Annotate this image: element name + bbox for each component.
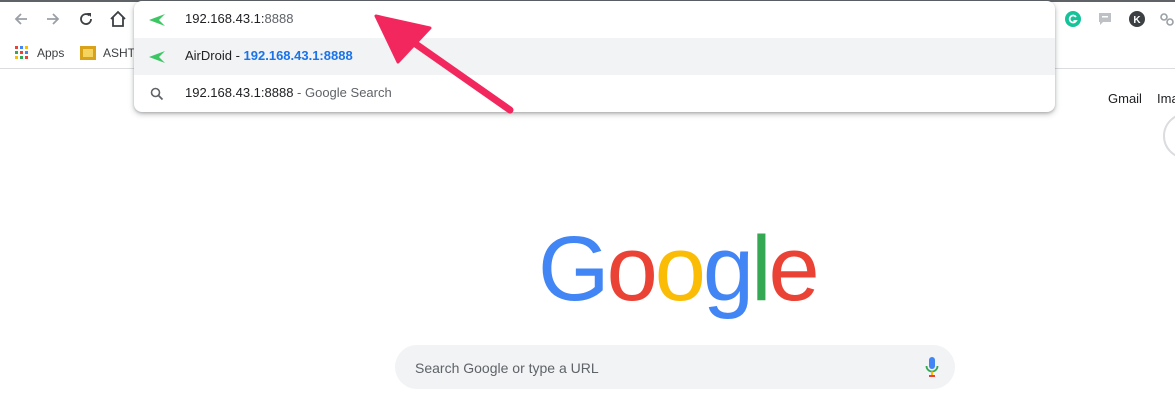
search-input[interactable]: [413, 345, 897, 391]
suggestion-separator: -: [231, 48, 244, 63]
suggestion-url: 192.168.43.1:8888: [243, 48, 353, 63]
google-logo: Google: [538, 214, 820, 324]
forward-icon: [47, 13, 60, 25]
shortcut-tile-edge[interactable]: [1163, 113, 1175, 159]
ntp-search-box[interactable]: [395, 345, 955, 391]
reload-button[interactable]: [75, 8, 97, 30]
back-icon: [14, 13, 27, 25]
feedback-extension-button[interactable]: [1095, 9, 1115, 29]
extension-button[interactable]: [1157, 9, 1175, 29]
omnibox-dropdown: 192.168.43.1:8888 AirDroid - 192.168.43.…: [134, 1, 1055, 112]
logo-letter-l: l: [751, 218, 772, 320]
logo-letter-e: e: [768, 218, 820, 320]
logo-letter-o1: o: [606, 218, 658, 320]
omnibox-autocomplete-text: 8888: [264, 11, 294, 26]
bookmark-second[interactable]: ASHT: [80, 44, 135, 62]
omnibox-input-row[interactable]: 192.168.43.1:8888: [134, 1, 1055, 38]
images-link[interactable]: Ima: [1157, 91, 1175, 106]
bookmark-apps-label: Apps: [37, 46, 65, 60]
profile-k-extension-button[interactable]: K: [1127, 9, 1147, 29]
forward-button[interactable]: [42, 8, 64, 30]
back-button[interactable]: [10, 8, 32, 30]
search-suggestion-suffix: - Google Search: [293, 85, 392, 100]
mic-icon[interactable]: [925, 356, 939, 378]
svg-text:K: K: [1133, 15, 1141, 26]
reload-icon: [80, 13, 92, 25]
extension-icon: [1160, 13, 1174, 26]
feedback-icon: [1099, 13, 1111, 25]
grammarly-extension-button[interactable]: [1063, 9, 1083, 29]
bookmark-favicon-icon: [80, 45, 96, 61]
suggestion-title: AirDroid: [185, 48, 232, 63]
gmail-link[interactable]: Gmail: [1108, 91, 1142, 106]
omnibox-suggestion-search[interactable]: 192.168.43.1:8888 - Google Search: [134, 75, 1055, 112]
bookmark-apps[interactable]: Apps: [14, 44, 64, 62]
profile-k-icon: K: [1129, 11, 1145, 27]
airdroid-icon: [147, 47, 167, 67]
omnibox-input[interactable]: 192.168.43.1:8888: [185, 11, 293, 26]
omnibox-typed-text: 192.168.43.1:: [185, 11, 265, 26]
search-suggestion-text: 192.168.43.1:8888 - Google Search: [185, 85, 392, 100]
airdroid-icon: [147, 10, 167, 30]
apps-grid-icon: [14, 45, 30, 61]
grammarly-icon: [1065, 11, 1081, 27]
suggestion-text: AirDroid - 192.168.43.1:8888: [185, 48, 353, 63]
search-icon: [147, 84, 167, 104]
home-button[interactable]: [107, 8, 129, 30]
logo-letter-o2: o: [654, 218, 706, 320]
search-suggestion-query: 192.168.43.1:8888: [185, 85, 294, 100]
bookmark-second-label: ASHT: [103, 46, 136, 60]
omnibox-suggestion-airdroid[interactable]: AirDroid - 192.168.43.1:8888: [134, 38, 1055, 75]
home-icon: [110, 10, 126, 27]
logo-letter-g2: g: [702, 218, 754, 320]
logo-letter-g1: G: [538, 218, 610, 320]
